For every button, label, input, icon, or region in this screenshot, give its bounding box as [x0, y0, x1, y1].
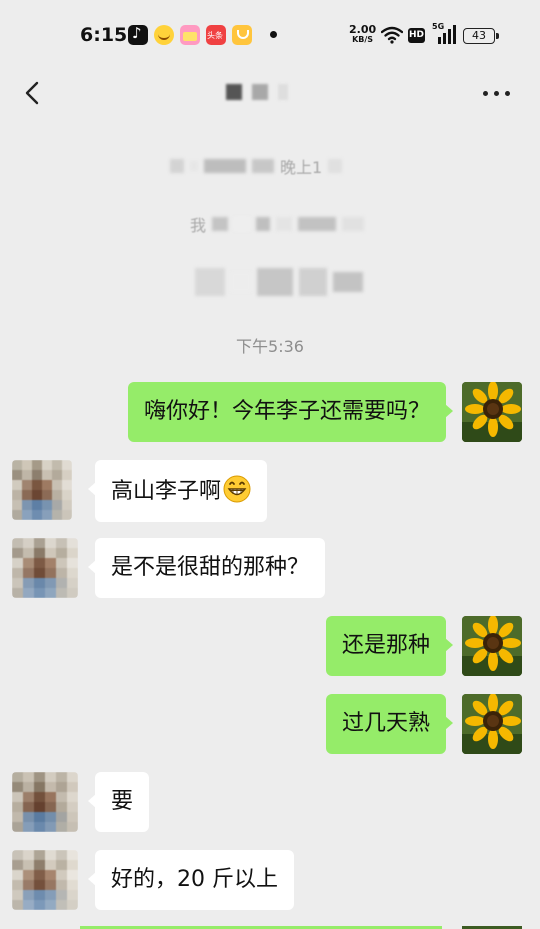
contact-name-redacted — [226, 84, 288, 100]
contact-avatar[interactable] — [12, 460, 72, 520]
message-row: 嗨你好！今年李子还需要吗？ — [0, 382, 540, 442]
contact-avatar[interactable] — [12, 850, 78, 910]
notification-dot-icon — [270, 31, 277, 38]
chevron-left-icon[interactable] — [18, 78, 48, 108]
notice-text-1: 晚上1 — [280, 158, 323, 177]
battery-indicator: 43 — [463, 28, 499, 44]
tiktok-icon — [128, 24, 148, 45]
shield-icon — [232, 25, 252, 45]
message-row: 高山李子啊 — [0, 460, 540, 522]
grinning-face-icon — [223, 475, 251, 503]
system-notice-redacted: 晚上1 我 — [0, 140, 540, 310]
pixelated-avatar — [12, 460, 72, 520]
network-speed: 2.00 KB/S — [349, 24, 376, 45]
self-avatar[interactable] — [462, 694, 522, 754]
message-text: 过几天熟 — [341, 711, 430, 736]
message-text: 好的，20 斤以上 — [111, 867, 278, 892]
outgoing-message[interactable]: 过几天熟 — [325, 694, 454, 754]
chat-header — [0, 70, 540, 130]
incoming-message[interactable]: 好的，20 斤以上 — [88, 850, 294, 910]
network-speed-unit: KB/S — [352, 35, 374, 44]
status-time: 6:15 — [80, 24, 128, 46]
pixelated-avatar — [12, 850, 78, 910]
outgoing-message[interactable]: 嗨你好！今年李子还需要吗？ — [127, 382, 454, 442]
pixelated-avatar — [12, 772, 78, 832]
sunflower-avatar-icon — [462, 694, 522, 754]
redacted-block — [252, 84, 268, 100]
message-row: 好的，20 斤以上 — [0, 850, 540, 910]
self-avatar[interactable] — [462, 382, 522, 442]
incoming-message[interactable]: 高山李子啊 — [87, 460, 268, 522]
message-row: 要 — [0, 772, 540, 832]
signal-icon — [438, 25, 456, 44]
message-row: 还是那种 — [0, 616, 540, 676]
status-bar: 6:15 2.00 KB/S HD 5G 43 — [0, 0, 540, 70]
self-avatar[interactable] — [462, 616, 522, 676]
message-row: 是不是很甜的那种？ — [0, 538, 540, 598]
emoji-face-icon — [154, 25, 174, 45]
sunflower-avatar-icon — [462, 616, 522, 676]
notice-text-2: 我 — [190, 216, 207, 235]
redacted-block — [278, 84, 288, 100]
pixelated-avatar — [12, 538, 78, 598]
contact-avatar[interactable] — [12, 772, 78, 832]
message-row: 过几天熟 — [0, 694, 540, 754]
sunflower-avatar-icon — [462, 382, 522, 442]
contact-avatar[interactable] — [12, 538, 78, 598]
incoming-message[interactable]: 是不是很甜的那种？ — [87, 538, 326, 598]
toutiao-news-icon — [206, 25, 226, 45]
wifi-icon — [381, 26, 403, 44]
message-text: 还是那种 — [341, 633, 430, 658]
gift-icon — [180, 25, 200, 45]
outgoing-message[interactable]: 还是那种 — [325, 616, 454, 676]
redacted-block — [226, 84, 242, 100]
message-text: 嗨你好！今年李子还需要吗？ — [143, 399, 430, 424]
notification-icons — [128, 24, 252, 45]
more-dots-icon[interactable] — [483, 91, 510, 96]
message-text: 高山李子啊 — [111, 479, 222, 504]
chat-timestamp: 下午5:36 — [236, 337, 304, 356]
message-text: 要 — [111, 789, 134, 814]
incoming-message[interactable]: 要 — [87, 772, 150, 832]
hd-badge: HD — [408, 28, 425, 43]
message-text: 是不是很甜的那种？ — [111, 555, 310, 580]
